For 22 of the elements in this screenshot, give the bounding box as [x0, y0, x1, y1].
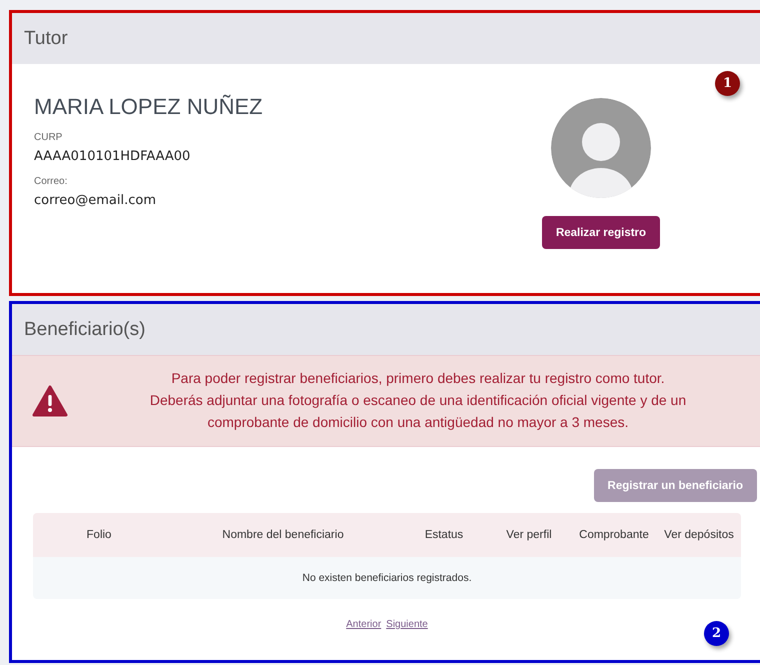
pagination-link[interactable]: Siguiente [386, 619, 428, 630]
warning-message: Para poder registrar beneficiarios, primero debes realizar tu registro como tutor. Deberás adjuntar una fotografía o escaneo de una identificación oficial vigente y de un comprobante de domicilio con una antigüedad no mayor a 3 meses. [148, 369, 688, 432]
section-title: Beneficiario(s) [24, 318, 146, 340]
column-header: Ver depósitos [657, 513, 741, 557]
column-header: Nombre del beneficiario [165, 513, 401, 557]
column-header: Estatus [401, 513, 487, 557]
tutor-name: MARIA LOPEZ NUÑEZ [34, 94, 263, 120]
column-header: Folio [33, 513, 165, 557]
annotation-marker: 1 [715, 71, 740, 96]
empty-table-message: No existen beneficiarios registrados. [33, 557, 741, 599]
warning-icon [32, 385, 68, 417]
field-label: Correo: [34, 176, 68, 187]
field-value: correo@email.com [34, 193, 157, 208]
register-button[interactable]: Realizar registro [542, 216, 660, 249]
field-label: CURP [34, 132, 64, 143]
avatar-icon [551, 98, 651, 198]
annotation-marker: 2 [704, 621, 729, 646]
section-title: Tutor [24, 28, 68, 50]
column-header: Comprobante [571, 513, 657, 557]
pagination-link[interactable]: Anterior [346, 619, 382, 630]
column-header: Ver perfil [487, 513, 571, 557]
field-value: AAAA010101HDFAAA00 [34, 149, 192, 164]
